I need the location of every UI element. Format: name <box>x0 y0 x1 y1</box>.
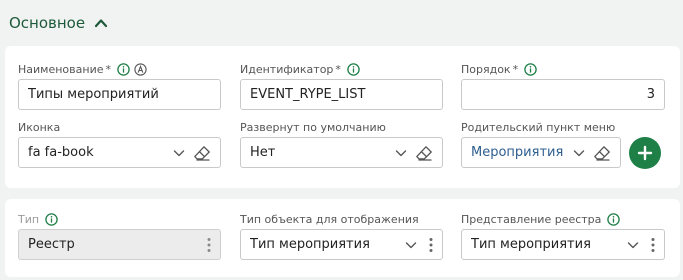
parent-menu-label: Родительский пункт меню <box>461 120 616 134</box>
registry-view-value: Тип мероприятия <box>471 237 591 252</box>
order-value: 3 <box>646 87 655 102</box>
type-label: Тип <box>18 212 40 226</box>
type-field: Тип Реестр <box>18 212 221 260</box>
info-icon[interactable] <box>347 62 360 76</box>
icon-select[interactable]: fa fa-book <box>18 137 221 168</box>
order-label: Порядок <box>461 62 511 76</box>
expanded-label: Развернут по умолчанию <box>240 120 386 134</box>
order-input[interactable]: 3 <box>461 79 665 110</box>
chevron-down-icon[interactable] <box>395 147 407 159</box>
expanded-select[interactable]: Нет <box>240 137 443 168</box>
info-icon[interactable] <box>45 212 58 226</box>
expanded-label-row: Развернут по умолчанию <box>240 120 386 134</box>
type-value: Реестр <box>28 237 75 252</box>
icon-label: Иконка <box>18 120 61 134</box>
registry-view-field: Представление реестра Тип мероприятия <box>461 212 665 260</box>
chevron-up-icon[interactable] <box>94 16 108 30</box>
eraser-icon[interactable] <box>415 145 433 161</box>
required-mark: * <box>512 62 519 76</box>
chevron-down-icon[interactable] <box>173 147 185 159</box>
name-label-row: Наименование * <box>18 62 147 76</box>
section-title: Основное <box>9 14 86 32</box>
info-icon[interactable] <box>607 212 621 226</box>
chevron-down-icon[interactable] <box>405 239 417 251</box>
chevron-down-icon[interactable] <box>627 239 639 251</box>
parent-menu-field: Родительский пункт меню Мероприятия <box>461 120 621 168</box>
section-header[interactable]: Основное <box>9 12 108 34</box>
registry-view-label: Представление реестра <box>461 212 602 226</box>
object-type-value: Тип мероприятия <box>250 237 370 252</box>
required-mark: * <box>105 62 111 76</box>
a-circle-icon[interactable] <box>134 62 147 76</box>
identifier-field: Идентификатор * EVENT_RYPE_LIST <box>240 62 443 110</box>
name-value: Типы мероприятий <box>28 87 159 102</box>
more-vertical-icon <box>207 237 211 252</box>
icon-value: fa fa-book <box>28 145 94 160</box>
eraser-icon[interactable] <box>193 145 211 161</box>
icon-field: Иконка fa fa-book <box>18 120 221 168</box>
parent-menu-value[interactable]: Мероприятия <box>471 145 573 160</box>
identifier-input[interactable]: EVENT_RYPE_LIST <box>240 79 443 110</box>
registry-view-label-row: Представление реестра <box>461 212 624 226</box>
add-parent-menu-button[interactable] <box>629 137 661 169</box>
expanded-value: Нет <box>250 145 276 160</box>
registry-view-select[interactable]: Тип мероприятия <box>461 229 665 260</box>
eraser-icon[interactable] <box>593 145 611 161</box>
name-field: Наименование * Типы мероприятий <box>18 62 221 110</box>
order-label-row: Порядок * <box>461 62 541 76</box>
type-label-row: Тип <box>18 212 62 226</box>
object-type-label-row: Тип объекта для отображения <box>240 212 419 226</box>
order-field: Порядок * 3 <box>461 62 665 110</box>
identifier-value: EVENT_RYPE_LIST <box>250 87 366 102</box>
expanded-field: Развернут по умолчанию Нет <box>240 120 443 168</box>
parent-menu-label-row: Родительский пункт меню <box>461 120 615 134</box>
view-card: Тип Реестр Тип объекта для отображения Т… <box>5 199 680 277</box>
plus-icon <box>637 145 653 161</box>
info-icon[interactable] <box>524 62 537 76</box>
name-label: Наименование <box>18 62 104 76</box>
type-select: Реестр <box>18 229 221 260</box>
icon-label-row: Иконка <box>18 120 60 134</box>
object-type-label: Тип объекта для отображения <box>240 212 419 226</box>
required-mark: * <box>335 62 341 76</box>
chevron-down-icon[interactable] <box>573 147 585 159</box>
info-icon[interactable] <box>117 62 130 76</box>
parent-menu-select[interactable]: Мероприятия <box>461 137 621 168</box>
object-type-select[interactable]: Тип мероприятия <box>240 229 443 260</box>
more-vertical-icon[interactable] <box>429 237 433 253</box>
object-type-field: Тип объекта для отображения Тип мероприя… <box>240 212 443 260</box>
identifier-label-row: Идентификатор * <box>240 62 364 76</box>
main-card: Наименование * Типы мероприятий Идентифи… <box>5 46 680 188</box>
name-input[interactable]: Типы мероприятий <box>18 79 221 110</box>
more-vertical-icon[interactable] <box>651 237 655 253</box>
identifier-label: Идентификатор <box>240 62 334 76</box>
